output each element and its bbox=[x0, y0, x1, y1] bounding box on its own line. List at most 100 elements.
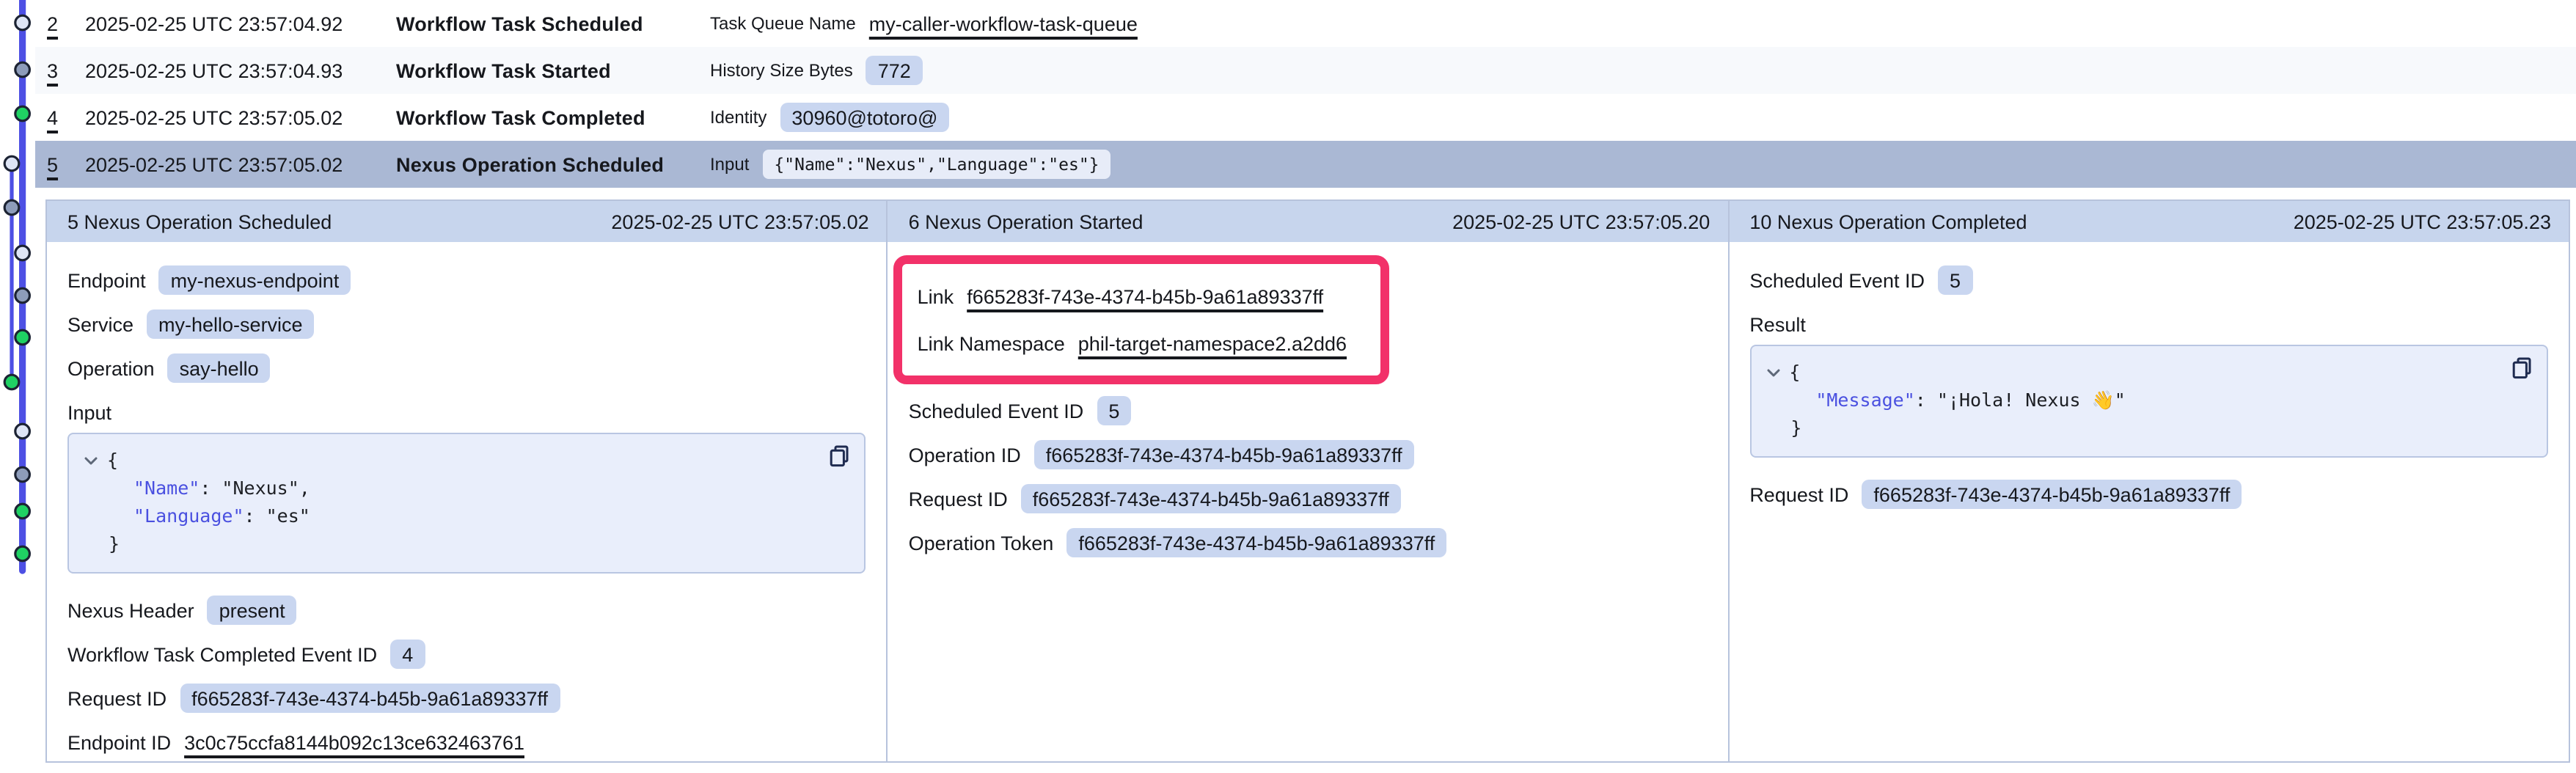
panel-body: Endpointmy-nexus-endpointServicemy-hello… bbox=[47, 242, 887, 760]
event-timeline-graph bbox=[0, 0, 69, 773]
panel-field-badge: say-hello bbox=[168, 353, 271, 383]
json-open-brace: { bbox=[107, 446, 118, 474]
event-detail-link[interactable]: my-caller-workflow-task-queue bbox=[869, 12, 1138, 34]
panel-title: 10 Nexus Operation Completed bbox=[1749, 210, 2027, 232]
panel-header: 6 Nexus Operation Started2025-02-25 UTC … bbox=[888, 201, 1728, 242]
panel-field-row: Request IDf665283f-743e-4374-b45b-9a61a8… bbox=[67, 681, 866, 716]
event-detail: Input {"Name":"Nexus","Language":"es"} bbox=[710, 150, 1111, 179]
panel-field-row: Operation Tokenf665283f-743e-4374-b45b-9… bbox=[909, 525, 1708, 560]
panel-field-row: Link Namespacephil-target-namespace2.a2d… bbox=[918, 326, 1366, 361]
chevron-down-icon[interactable] bbox=[84, 446, 98, 474]
event-detail-label: Input bbox=[710, 154, 749, 175]
json-key: "Name" bbox=[133, 477, 200, 499]
panel-field-label: Workflow Task Completed Event ID bbox=[67, 643, 377, 665]
timeline-event-dot-light[interactable] bbox=[15, 424, 30, 439]
panel-field-label: Request ID bbox=[909, 488, 1008, 510]
panel-field-link[interactable]: 3c0c75ccfa8144b092c13ce632463761 bbox=[184, 731, 524, 753]
event-rows-list: 22025-02-25 UTC 23:57:04.92Workflow Task… bbox=[0, 0, 2576, 188]
event-detail-label: Identity bbox=[710, 107, 766, 128]
panel-field-row: Workflow Task Completed Event ID4 bbox=[67, 637, 866, 672]
panel-field-row: Nexus Headerpresent bbox=[67, 593, 866, 628]
panel-field-label: Scheduled Event ID bbox=[1749, 269, 1925, 291]
event-detail-label: Task Queue Name bbox=[710, 13, 856, 34]
timeline-event-dot-green[interactable] bbox=[15, 546, 30, 561]
json-close-brace: } bbox=[84, 530, 821, 557]
timeline-event-dot-gray[interactable] bbox=[15, 467, 30, 482]
highlight-box: Linkf665283f-743e-4374-b45b-9a61a89337ff… bbox=[894, 255, 1390, 384]
panel-field-label: Operation bbox=[67, 357, 155, 379]
panel-field-label: Service bbox=[67, 313, 133, 335]
copy-icon[interactable] bbox=[2510, 356, 2533, 380]
timeline-event-dot-gray[interactable] bbox=[15, 288, 30, 303]
json-viewer: {"Name": "Nexus","Language": "es"} bbox=[67, 433, 866, 574]
panel-field-badge: my-nexus-endpoint bbox=[159, 265, 351, 295]
panel-field-row: Operation say-hello bbox=[67, 351, 866, 386]
event-row[interactable]: 42025-02-25 UTC 23:57:05.02Workflow Task… bbox=[35, 94, 2576, 141]
panel-field-label: Input bbox=[67, 399, 866, 425]
json-key: "Message" bbox=[1815, 389, 1914, 411]
panel-header: 10 Nexus Operation Completed 2025-02-25 U… bbox=[1729, 201, 2569, 242]
event-detail: Task Queue Name my-caller-workflow-task-q… bbox=[710, 12, 1138, 34]
panel-field-badge: f665283f-743e-4374-b45b-9a61a89337ff bbox=[1034, 440, 1414, 469]
panel-field-row: Endpoint ID 3c0c75ccfa8144b092c13ce632463… bbox=[67, 725, 866, 760]
json-close-brace: } bbox=[1765, 414, 2503, 442]
panel-field-link[interactable]: f665283f-743e-4374-b45b-9a61a89337ff bbox=[967, 285, 1323, 307]
event-row[interactable]: 22025-02-25 UTC 23:57:04.92Workflow Task… bbox=[35, 0, 2576, 47]
timeline-event-dot-gray[interactable] bbox=[4, 200, 19, 215]
json-entry-line: "Name": "Nexus", bbox=[84, 474, 821, 502]
event-detail-badge: 30960@totoro@ bbox=[780, 103, 949, 132]
json-key: "Language" bbox=[133, 505, 244, 527]
chevron-down-icon[interactable] bbox=[1765, 358, 1780, 386]
panel-field-badge: present bbox=[208, 596, 297, 625]
panel-timestamp: 2025-02-25 UTC 23:57:05.23 bbox=[2294, 210, 2551, 232]
panel-field-badge: 5 bbox=[1938, 265, 1972, 295]
timeline-event-dot-light[interactable] bbox=[15, 246, 30, 260]
event-row[interactable]: 52025-02-25 UTC 23:57:05.02Nexus Operati… bbox=[35, 141, 2576, 188]
json-open-brace: { bbox=[1789, 358, 1800, 386]
timeline-event-dot-gray[interactable] bbox=[15, 62, 30, 77]
timeline-event-dot-green[interactable] bbox=[15, 504, 30, 519]
event-timestamp: 2025-02-25 UTC 23:57:04.92 bbox=[85, 12, 390, 34]
json-value: : "es" bbox=[244, 505, 310, 527]
timeline-event-dot-green[interactable] bbox=[15, 106, 30, 121]
panel-title: 6 Nexus Operation Started bbox=[909, 210, 1144, 232]
event-detail: Identity 30960@totoro@ bbox=[710, 103, 949, 132]
panel-field-label: Request ID bbox=[1749, 483, 1848, 505]
panel-field-label: Endpoint ID bbox=[67, 731, 171, 753]
panel-body: Linkf665283f-743e-4374-b45b-9a61a89337ff… bbox=[888, 242, 1728, 560]
event-row[interactable]: 32025-02-25 UTC 23:57:04.93Workflow Task… bbox=[35, 47, 2576, 94]
panel-field-row: Operation IDf665283f-743e-4374-b45b-9a61… bbox=[909, 437, 1708, 472]
panel-field-label: Scheduled Event ID bbox=[909, 400, 1084, 422]
event-detail-label: History Size Bytes bbox=[710, 60, 853, 81]
json-viewer: { "Message": "¡Hola! Nexus 👋"} bbox=[1749, 345, 2548, 458]
panel-timestamp: 2025-02-25 UTC 23:57:05.02 bbox=[611, 210, 868, 232]
event-name: Workflow Task Started bbox=[396, 59, 710, 81]
timeline-event-dot-green[interactable] bbox=[4, 375, 19, 389]
event-detail-badge: 772 bbox=[866, 56, 923, 85]
json-open-line: { bbox=[84, 446, 821, 474]
event-timestamp: 2025-02-25 UTC 23:57:04.93 bbox=[85, 59, 390, 81]
event-timestamp: 2025-02-25 UTC 23:57:05.02 bbox=[85, 153, 390, 175]
panel-field-label: Result bbox=[1749, 311, 2548, 337]
panel-title: 5 Nexus Operation Scheduled bbox=[67, 210, 332, 232]
workflow-event-history-view: 22025-02-25 UTC 23:57:04.92Workflow Task… bbox=[0, 0, 2576, 773]
timeline-event-dot-green[interactable] bbox=[15, 330, 30, 345]
timeline-event-dot-light[interactable] bbox=[15, 15, 30, 30]
panel-field-badge: my-hello-service bbox=[147, 309, 315, 339]
json-entry-line: "Language": "es" bbox=[84, 502, 821, 530]
panel-field-row: Request IDf665283f-743e-4374-b45b-9a61a8… bbox=[909, 481, 1708, 516]
panel-body: Scheduled Event ID 5 Result { "Message": "¡H… bbox=[1729, 242, 2569, 512]
panel-field-link[interactable]: phil-target-namespace2.a2dd6 bbox=[1078, 332, 1347, 354]
json-value: : "¡Hola! Nexus 👋" bbox=[1915, 389, 2126, 411]
timeline-event-dot-light[interactable] bbox=[4, 156, 19, 171]
panel-field-row: Request IDf665283f-743e-4374-b45b-9a61a8… bbox=[1749, 477, 2548, 512]
json-value: : "Nexus", bbox=[200, 477, 310, 499]
event-detail-code-badge: {"Name":"Nexus","Language":"es"} bbox=[762, 150, 1110, 179]
json-open-line: { bbox=[1765, 358, 2503, 386]
event-name: Workflow Task Scheduled bbox=[396, 12, 710, 34]
event-name: Workflow Task Completed bbox=[396, 106, 710, 128]
panel-field-badge: f665283f-743e-4374-b45b-9a61a89337ff bbox=[1066, 528, 1446, 557]
panel-field-label: Request ID bbox=[67, 687, 167, 709]
copy-icon[interactable] bbox=[828, 444, 852, 468]
event-detail-panel: 10 Nexus Operation Completed 2025-02-25 U… bbox=[1727, 201, 2569, 761]
